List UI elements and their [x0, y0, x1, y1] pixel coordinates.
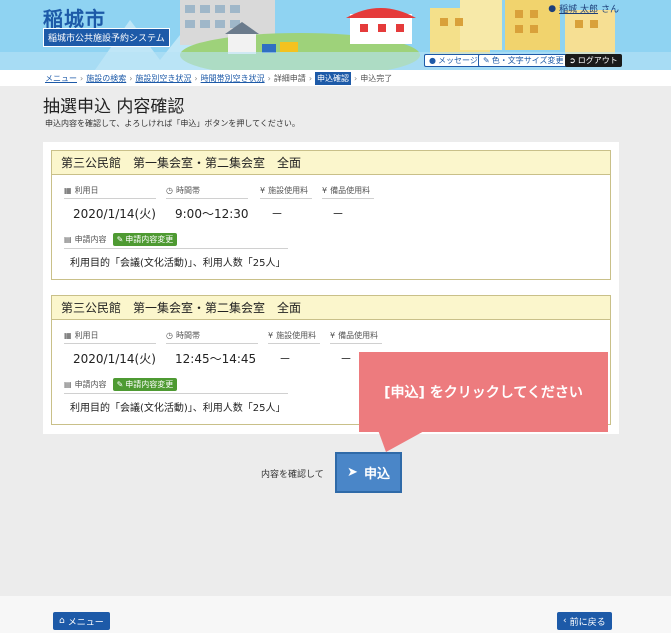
application-purpose: 利用目的「会議(文化活動)」、利用人数「25人」	[70, 258, 286, 269]
color-size-button[interactable]: ✎ 色・文字サイズ変更	[478, 54, 569, 67]
system-name: 稲城市公共施設予約システム	[43, 28, 170, 47]
time-label: ◷ 時間帯	[166, 185, 248, 199]
facility-fee-value: －	[271, 207, 284, 221]
message-button[interactable]: ● メッセージ	[424, 54, 483, 67]
calendar-icon: ▦	[64, 331, 72, 340]
yen-icon: ¥	[268, 331, 274, 340]
message-label: メッセージ	[437, 56, 478, 65]
pencil-icon: ✎	[116, 235, 124, 244]
chevron-left-icon: ‹	[563, 616, 567, 626]
breadcrumb-facility-search[interactable]: 施設の検索	[86, 73, 126, 84]
usage-time: 9:00～12:30	[175, 207, 249, 221]
facility-fee-value: －	[279, 352, 292, 366]
yen-icon: ¥	[260, 186, 266, 195]
date-label: ▦ 利用日	[64, 330, 156, 344]
equipment-fee-value: －	[332, 207, 345, 221]
breadcrumb-separator: ›	[308, 73, 313, 83]
submit-button[interactable]: ➤ 申込	[335, 452, 402, 493]
application-card: 第三公民館 第一集会室・第二集会室 全面 ▦ 利用日 ◷ 時間帯 ¥ 施設使用料 ¥ 備…	[51, 150, 611, 280]
clock-icon: ◷	[166, 331, 173, 340]
breadcrumb-separator: ›	[129, 73, 133, 83]
user-suffix: さん	[600, 5, 619, 15]
breadcrumb-menu[interactable]: メニュー	[45, 73, 77, 84]
user-name[interactable]: 稲城 太郎	[559, 2, 598, 15]
equipment-fee-label: ¥ 備品使用料	[322, 185, 374, 199]
application-purpose: 利用目的「会議(文化活動)」、利用人数「25人」	[70, 403, 286, 414]
breadcrumb-facility-availability[interactable]: 施設別空き状況	[135, 73, 191, 84]
usage-time: 12:45～14:45	[175, 352, 257, 366]
user-info: ● 稲城 太郎 さん	[548, 2, 619, 16]
submit-label: 申込	[363, 467, 390, 482]
pencil-icon: ✎	[116, 380, 124, 389]
user-icon: ●	[548, 3, 557, 14]
submit-lead-text: 内容を確認して	[261, 470, 324, 480]
change-details-button[interactable]: ✎ 申請内容変更	[112, 378, 178, 391]
menu-label: メニュー	[67, 617, 104, 628]
yen-icon: ¥	[322, 186, 328, 195]
date-label: ▦ 利用日	[64, 185, 156, 199]
document-icon: ▤	[64, 380, 72, 389]
breadcrumb: メニュー › 施設の検索 › 施設別空き状況 › 時間帯別空き状況 › 詳細申請…	[0, 70, 671, 86]
back-button[interactable]: ‹ 前に戻る	[557, 612, 612, 630]
clock-icon: ◷	[166, 186, 173, 195]
menu-button[interactable]: ⌂ メニュー	[53, 612, 110, 630]
breadcrumb-confirm-current: 申込確認	[315, 71, 352, 85]
usage-date: 2020/1/14(火)	[73, 207, 156, 221]
time-label: ◷ 時間帯	[166, 330, 258, 344]
calendar-icon: ▦	[64, 186, 72, 195]
facility-name: 第三公民館 第一集会室・第二集会室 全面	[52, 296, 610, 320]
paper-plane-icon: ➤	[347, 465, 358, 480]
speech-bubble-icon: ●	[429, 56, 436, 65]
yen-icon: ¥	[330, 331, 336, 340]
logout-button[interactable]: ➲ ログアウト	[565, 54, 622, 67]
home-icon: ⌂	[59, 616, 65, 626]
breadcrumb-complete: 申込完了	[360, 73, 393, 83]
breadcrumb-separator: ›	[354, 73, 358, 83]
change-details-button[interactable]: ✎ 申請内容変更	[112, 233, 178, 246]
breadcrumb-detail-application: 詳細申請	[273, 73, 306, 83]
facility-fee-label: ¥ 施設使用料	[268, 330, 320, 344]
logout-label: ログアウト	[577, 56, 618, 65]
logout-icon: ➲	[569, 56, 576, 65]
details-label: ▤ 申請内容 ✎ 申請内容変更	[64, 378, 288, 394]
equipment-fee-value: －	[340, 352, 353, 366]
site-header: 稲城市 稲城市公共施設予約システム ● 稲城 太郎 さん ● メッセージ ✎ 色…	[0, 0, 671, 70]
details-label: ▤ 申請内容 ✎ 申請内容変更	[64, 233, 288, 249]
facility-name: 第三公民館 第一集会室・第二集会室 全面	[52, 151, 610, 175]
usage-date: 2020/1/14(火)	[73, 352, 156, 366]
back-label: 前に戻る	[569, 617, 606, 628]
callout-pointer	[378, 430, 426, 452]
breadcrumb-separator: ›	[80, 73, 84, 83]
facility-fee-label: ¥ 施設使用料	[260, 185, 312, 199]
instruction-callout: [申込] をクリックしてください	[359, 352, 608, 432]
page-title: 抽選申込 内容確認	[43, 97, 185, 117]
breadcrumb-separator: ›	[194, 73, 198, 83]
equipment-fee-label: ¥ 備品使用料	[330, 330, 382, 344]
pencil-icon: ✎	[483, 56, 490, 65]
document-icon: ▤	[64, 235, 72, 244]
breadcrumb-separator: ›	[267, 73, 271, 83]
breadcrumb-time-availability[interactable]: 時間帯別空き状況	[201, 73, 265, 84]
color-size-label: 色・文字サイズ変更	[491, 56, 564, 65]
page-description: 申込内容を確認して、よろしければ「申込」ボタンを押してください。	[45, 119, 300, 128]
